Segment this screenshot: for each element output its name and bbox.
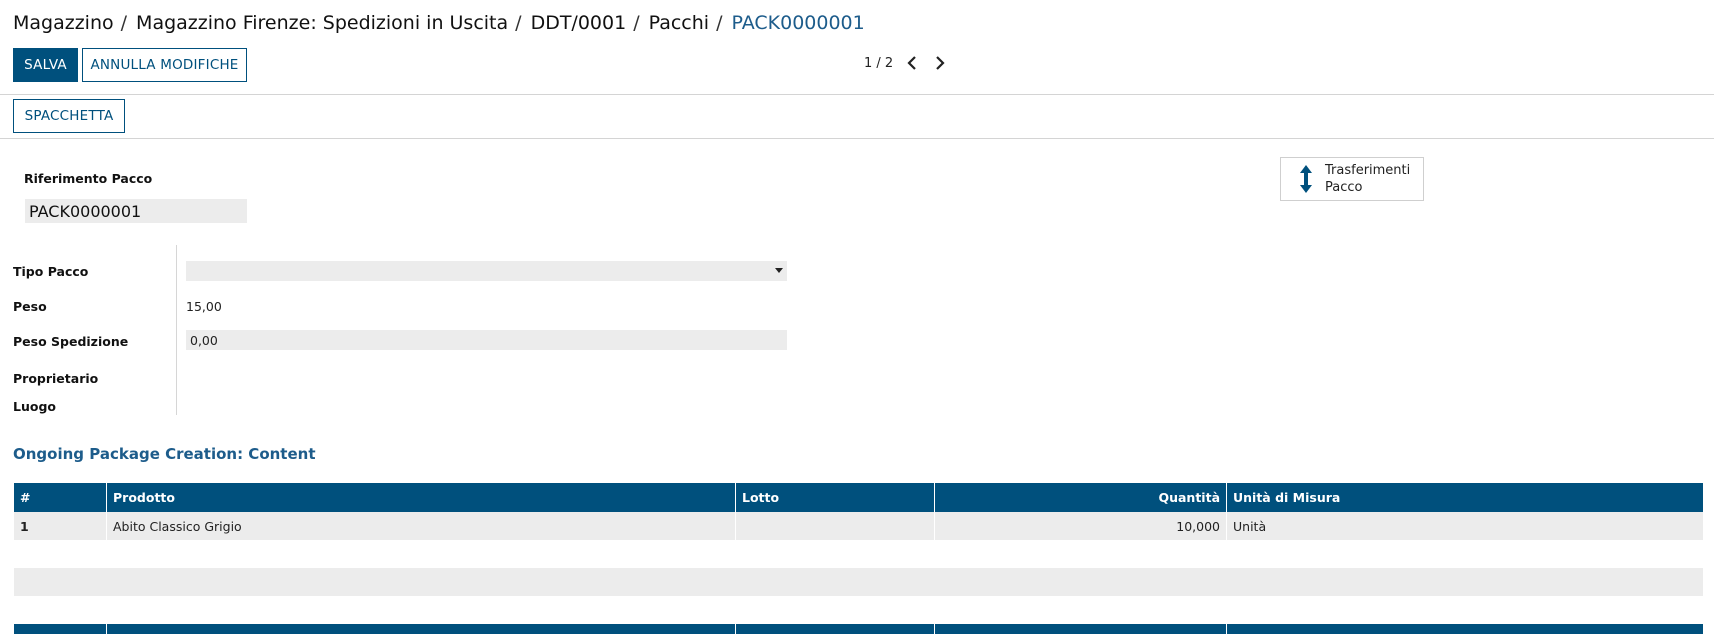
name-label: Riferimento Pacco [24, 171, 153, 186]
row-uom: Unità [1233, 518, 1267, 534]
weight-label: Peso [13, 299, 47, 314]
column-header-uom[interactable]: Unità di Misura [1227, 483, 1703, 512]
package-type-select[interactable] [186, 261, 787, 281]
row-lot [736, 512, 935, 540]
table-row-empty [14, 596, 1703, 624]
save-button[interactable]: SALVA [13, 48, 78, 82]
control-panel: Magazzino / Magazzino Firenze: Spedizioni … [0, 0, 1714, 95]
table-row-empty [14, 540, 1703, 568]
discard-button[interactable]: ANNULLA MODIFICHE [82, 48, 247, 82]
content-section-title: Ongoing Package Creation: Content [13, 445, 316, 463]
breadcrumb-item-operation-type[interactable]: Magazzino Firenze: Spedizioni in Uscita [136, 12, 508, 34]
breadcrumb-item-transfer[interactable]: DDT/0001 [531, 12, 627, 34]
content-table: # Prodotto Lotto Quantità Unità di Misur… [14, 483, 1703, 634]
form-sheet: Riferimento Pacco PACK0000001 Trasferime… [0, 139, 1714, 642]
column-header-lot[interactable]: Lotto [736, 483, 935, 512]
column-header-number[interactable]: # [14, 483, 107, 512]
owner-label: Proprietario [13, 371, 99, 386]
breadcrumb-item-magazzino[interactable]: Magazzino [13, 12, 114, 34]
field-divider [176, 245, 177, 415]
column-header-product[interactable]: Prodotto [107, 483, 736, 512]
row-number: 1 [14, 512, 107, 540]
breadcrumb-separator: / [120, 12, 128, 34]
breadcrumb-separator: / [515, 12, 522, 34]
row-quantity: 10,000 [935, 512, 1227, 540]
package-type-label: Tipo Pacco [13, 264, 89, 279]
breadcrumb-separator: / [716, 12, 723, 34]
table-row-empty [14, 568, 1703, 596]
table-header: # Prodotto Lotto Quantità Unità di Misur… [14, 483, 1703, 512]
chevron-right-icon[interactable] [931, 54, 949, 72]
breadcrumb: Magazzino / Magazzino Firenze: Spedizioni … [13, 12, 865, 34]
location-label: Luogo [13, 399, 56, 414]
pager-value[interactable]: 1 / 2 [864, 56, 893, 71]
package-transfers-label: Trasferimenti Pacco [1325, 163, 1411, 195]
package-transfers-button[interactable]: Trasferimenti Pacco [1280, 157, 1424, 201]
chevron-left-icon[interactable] [903, 54, 921, 72]
shipping-weight-input[interactable]: 0,00 [186, 330, 787, 350]
shipping-weight-label: Peso Spedizione [13, 334, 129, 349]
form-statusbar: SPACCHETTA [0, 95, 1714, 139]
column-header-quantity[interactable]: Quantità [935, 483, 1227, 512]
table-footer [14, 624, 1703, 634]
weight-value: 15,00 [186, 299, 222, 314]
breadcrumb-item-packages[interactable]: Pacchi [649, 12, 709, 34]
arrows-v-icon [1291, 164, 1321, 194]
table-row[interactable]: 1 Abito Classico Grigio 10,000 Unità [14, 512, 1703, 540]
caret-down-icon [775, 268, 783, 273]
unpack-button[interactable]: SPACCHETTA [13, 99, 125, 133]
breadcrumb-separator: / [633, 12, 640, 34]
package-reference-field[interactable]: PACK0000001 [25, 199, 247, 223]
shipping-weight-value: 0,00 [190, 333, 218, 348]
breadcrumb-current: PACK0000001 [731, 12, 865, 34]
row-product: Abito Classico Grigio [107, 512, 736, 540]
pager: 1 / 2 [864, 54, 949, 72]
